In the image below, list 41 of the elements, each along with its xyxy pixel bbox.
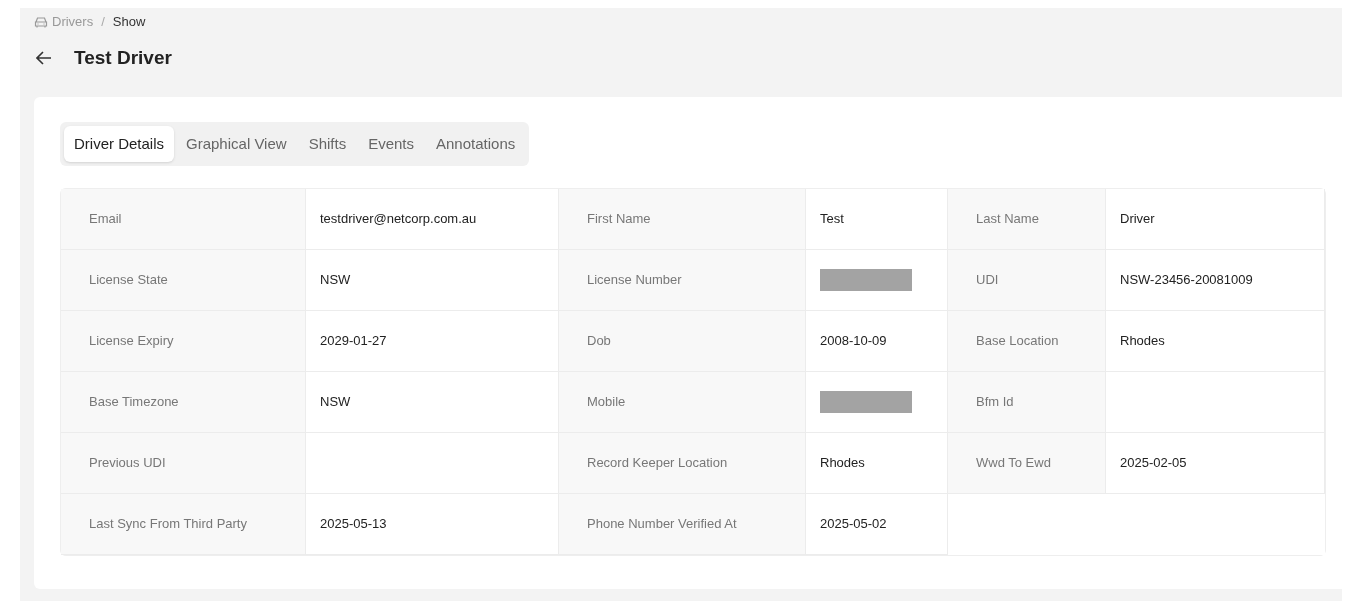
tab[interactable]: Shifts [298,126,357,162]
field-value: 2025-02-05 [1106,433,1325,494]
car-icon [34,16,48,28]
field-label: UDI [948,250,1106,311]
field-value: Test [806,189,948,250]
field-label: Base Location [948,311,1106,372]
field-label: Base Timezone [61,372,306,433]
field-value: Rhodes [806,433,948,494]
field-label: Bfm Id [948,372,1106,433]
field-label: First Name [559,189,806,250]
field-label: Mobile [559,372,806,433]
breadcrumb-link[interactable]: Drivers [34,12,94,32]
field-value: 2025-05-13 [306,494,559,555]
tab[interactable]: Events [358,126,424,162]
page-title: Test Driver [74,45,172,70]
field-value: Rhodes [1106,311,1325,372]
field-label: Dob [559,311,806,372]
field-label: Phone Number Verified At [559,494,806,555]
tab[interactable]: Annotations [426,126,526,162]
field-value: 2029-01-27 [306,311,559,372]
field-value: 2025-05-02 [806,494,948,555]
field-label: License Expiry [61,311,306,372]
field-label: Wwd To Ewd [948,433,1106,494]
field-value: NSW-23456-20081009 [1106,250,1325,311]
field-label: License State [61,250,306,311]
field-value: testdriver@netcorp.com.au [306,189,559,250]
field-value: 2008-10-09 [806,311,948,372]
field-label: Email [61,189,306,250]
field-label: License Number [559,250,806,311]
back-arrow-icon [36,51,52,65]
field-value: NSW [306,250,559,311]
field-label: Last Name [948,189,1106,250]
field-label: Record Keeper Location [559,433,806,494]
field-value: NSW [306,372,559,433]
field-label: Previous UDI [61,433,306,494]
field-label: Last Sync From Third Party [61,494,306,555]
tab[interactable]: Graphical View [176,126,297,162]
field-value: Driver [1106,189,1325,250]
tab[interactable]: Driver Details [64,126,174,162]
breadcrumb-separator: / [101,13,105,32]
breadcrumb-current[interactable]: Show [112,12,146,32]
